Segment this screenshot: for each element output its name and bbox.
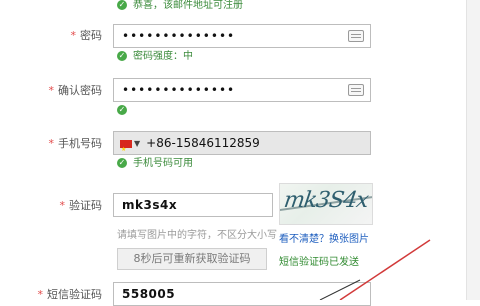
- confirm-password-input[interactable]: ••••••••••••••: [113, 78, 371, 102]
- phone-status-text: 手机号码可用: [133, 158, 193, 169]
- china-flag-icon[interactable]: [120, 139, 132, 161]
- required-mark: *: [37, 288, 44, 301]
- check-circle-icon: ✓: [117, 105, 127, 115]
- captcha-image[interactable]: mk3S4x: [279, 183, 373, 225]
- required-mark: *: [70, 29, 77, 42]
- check-circle-icon: ✓: [117, 51, 127, 61]
- password-mask: ••••••••••••••: [122, 29, 236, 43]
- sms-code-label-text: 短信验证码: [47, 288, 102, 301]
- resend-sms-button[interactable]: 8秒后可重新获取验证码: [117, 248, 267, 270]
- sms-code-value: 558005: [122, 287, 176, 301]
- captcha-value: mk3s4x: [122, 198, 178, 212]
- captcha-help-text: 请填写图片中的字符，不区分大小写: [117, 230, 277, 241]
- phone-country-code: +86: [146, 136, 172, 150]
- page-right-edge: [466, 0, 480, 300]
- confirm-password-mask: ••••••••••••••: [122, 83, 236, 97]
- captcha-help: 请填写图片中的字符，不区分大小写: [117, 230, 277, 242]
- check-circle-icon: ✓: [117, 158, 127, 168]
- captcha-image-text: mk3S4x: [282, 188, 370, 213]
- check-circle-icon: ✓: [117, 0, 127, 10]
- dropdown-arrow-icon[interactable]: ▼: [134, 139, 140, 148]
- password-strength-text: 密码强度：中: [133, 51, 193, 62]
- keyboard-icon[interactable]: [348, 30, 364, 42]
- captcha-label: * 验证码: [60, 199, 103, 213]
- phone-number: -15846112859: [171, 136, 260, 150]
- captcha-input[interactable]: mk3s4x: [113, 193, 273, 217]
- password-strength-hint: ✓ 密码强度：中: [117, 51, 193, 63]
- phone-status-hint: ✓ 手机号码可用: [117, 158, 193, 170]
- annotation-lines: [319, 239, 431, 300]
- phone-input[interactable]: ▼ +86-15846112859: [113, 131, 371, 161]
- confirm-password-label: * 确认密码: [49, 84, 103, 98]
- password-label-text: 密码: [80, 29, 102, 42]
- email-hint-text: 恭喜，该邮件地址可注册: [133, 0, 243, 11]
- confirm-password-hint: ✓: [117, 105, 133, 117]
- required-mark: *: [59, 199, 66, 212]
- required-mark: *: [48, 137, 55, 150]
- email-available-hint: ✓ 恭喜，该邮件地址可注册: [117, 0, 243, 12]
- phone-label-text: 手机号码: [58, 137, 102, 150]
- confirm-password-label-text: 确认密码: [58, 84, 102, 97]
- annotation-red-line: [339, 239, 431, 300]
- captcha-label-text: 验证码: [69, 199, 102, 212]
- phone-label: * 手机号码: [49, 137, 103, 151]
- required-mark: *: [48, 84, 55, 97]
- keyboard-icon[interactable]: [348, 84, 364, 96]
- password-input[interactable]: ••••••••••••••: [113, 24, 371, 48]
- password-label: * 密码: [71, 29, 103, 43]
